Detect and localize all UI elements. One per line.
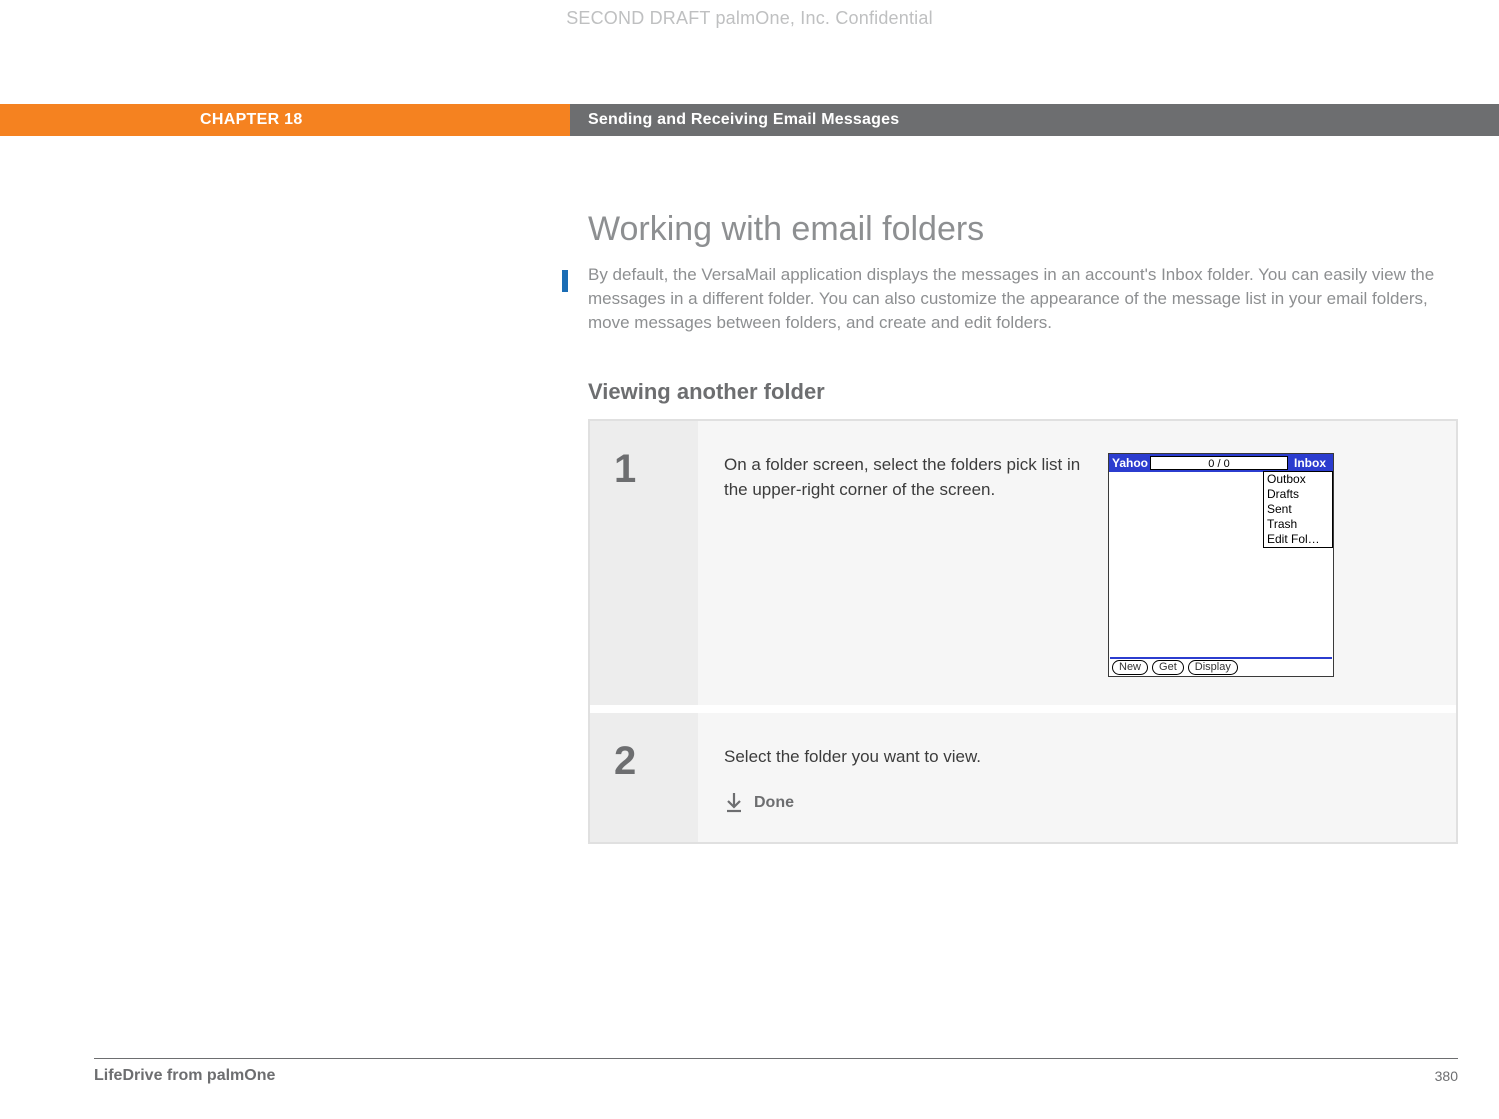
device-get-button[interactable]: Get	[1152, 660, 1184, 675]
folder-option[interactable]: Trash	[1264, 517, 1332, 532]
steps-container: 1 On a folder screen, select the folders…	[588, 419, 1458, 843]
step-instruction: On a folder screen, select the folders p…	[724, 453, 1084, 501]
folder-option-edit[interactable]: Edit Fol…	[1264, 532, 1332, 547]
step: 1 On a folder screen, select the folders…	[590, 421, 1456, 713]
step-number: 2	[614, 739, 636, 784]
done-label: Done	[754, 794, 794, 812]
device-folder-picklist[interactable]: Outbox Drafts Sent Trash Edit Fol…	[1263, 471, 1333, 548]
step-instruction: Select the folder you want to view.	[724, 745, 1430, 769]
footer-page-number: 380	[1435, 1068, 1458, 1084]
folder-option[interactable]: Sent	[1264, 502, 1332, 517]
folder-option[interactable]: Drafts	[1264, 487, 1332, 502]
device-button-bar: New Get Display	[1110, 657, 1332, 675]
page-footer: LifeDrive from palmOne 380	[94, 1058, 1458, 1085]
step-body: On a folder screen, select the folders p…	[698, 421, 1456, 705]
device-message-count: 0 / 0	[1150, 456, 1288, 470]
device-new-button[interactable]: New	[1112, 660, 1148, 675]
confidential-watermark: SECOND DRAFT palmOne, Inc. Confidential	[0, 8, 1499, 29]
revision-change-bar	[562, 270, 568, 292]
arrow-down-stop-icon	[724, 792, 744, 814]
device-current-folder[interactable]: Inbox	[1290, 456, 1330, 470]
step: 2 Select the folder you want to view. Do…	[590, 713, 1456, 841]
page-title: Working with email folders	[588, 210, 1458, 249]
done-indicator: Done	[724, 792, 1430, 814]
device-account-name: Yahoo	[1112, 456, 1148, 470]
step-number: 1	[614, 447, 636, 492]
intro-paragraph: By default, the VersaMail application di…	[588, 263, 1458, 335]
chapter-label: CHAPTER 18	[0, 104, 570, 136]
folder-option[interactable]: Outbox	[1264, 472, 1332, 487]
section-title: Sending and Receiving Email Messages	[570, 111, 1499, 129]
step-body: Select the folder you want to view. Done	[698, 713, 1456, 841]
device-title-bar: Yahoo 0 / 0 Inbox	[1109, 454, 1333, 472]
section-subhead: Viewing another folder	[588, 379, 1458, 405]
footer-product-name: LifeDrive from palmOne	[94, 1067, 275, 1085]
device-display-button[interactable]: Display	[1188, 660, 1238, 675]
step-number-cell: 1	[590, 421, 698, 705]
device-screenshot: Yahoo 0 / 0 Inbox Outbox Drafts Sent Tra…	[1108, 453, 1334, 677]
step-number-cell: 2	[590, 713, 698, 841]
chapter-header-bar: CHAPTER 18 Sending and Receiving Email M…	[0, 104, 1499, 136]
